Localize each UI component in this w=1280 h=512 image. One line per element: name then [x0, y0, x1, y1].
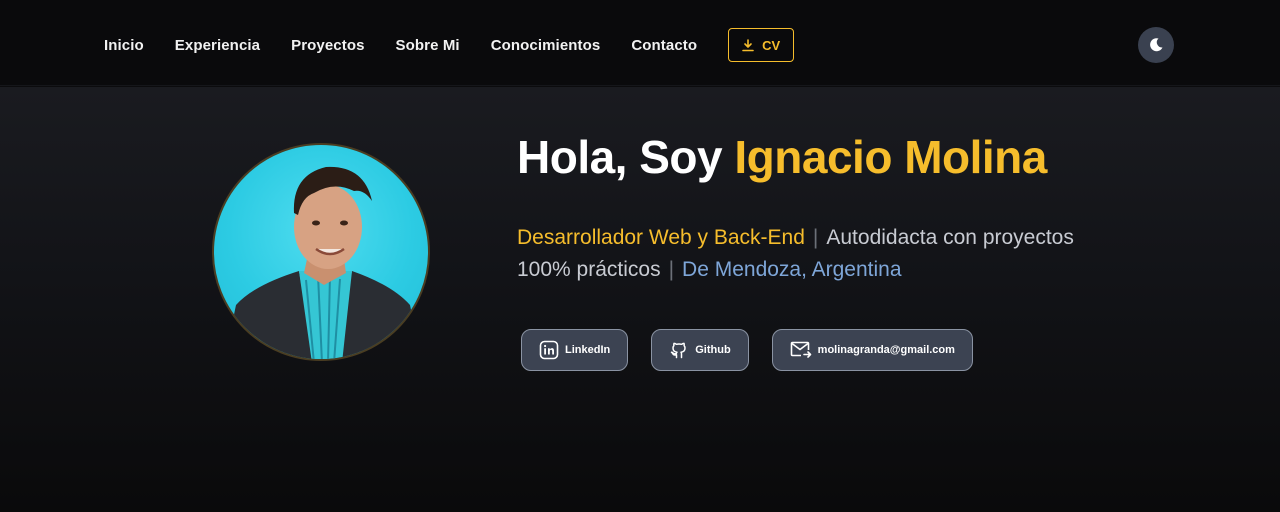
github-icon [670, 342, 686, 359]
hero-title: Hola, Soy Ignacio Molina [517, 130, 1047, 184]
github-button[interactable]: Github [651, 329, 749, 371]
social-links: LinkedIn Github molinagranda@gmail.com [521, 329, 996, 371]
hero-name: Ignacio Molina [734, 131, 1047, 183]
nav-link-inicio[interactable]: Inicio [104, 37, 144, 54]
profile-photo [224, 166, 422, 359]
theme-toggle-button[interactable] [1138, 27, 1174, 63]
hero-subtitle: Desarrollador Web y Back-End | Autodidacta… [517, 222, 1077, 286]
nav-link-proyectos[interactable]: Proyectos [291, 37, 364, 54]
profile-avatar [212, 143, 430, 361]
hero-location: De Mendoza, Argentina [682, 258, 902, 281]
nav-link-contacto[interactable]: Contacto [631, 37, 697, 54]
nav-links: Inicio Experiencia Proyectos Sobre Mi Co… [104, 28, 795, 62]
nav-link-conocimientos[interactable]: Conocimientos [491, 37, 601, 54]
cv-label: CV [762, 37, 781, 53]
greeting-text: Hola, Soy [517, 131, 735, 183]
hero-role: Desarrollador Web y Back-End [517, 226, 805, 249]
linkedin-button[interactable]: LinkedIn [521, 329, 629, 371]
mail-icon [790, 341, 811, 358]
nav-link-experiencia[interactable]: Experiencia [175, 37, 260, 54]
linkedin-label: LinkedIn [565, 344, 611, 356]
nav-link-sobre-mi[interactable]: Sobre Mi [396, 37, 460, 54]
separator-2: | [668, 258, 675, 281]
linkedin-icon [539, 340, 559, 360]
separator-1: | [812, 226, 819, 249]
email-label: molinagranda@gmail.com [817, 344, 955, 356]
cv-download-button[interactable]: CV [728, 28, 795, 62]
email-button[interactable]: molinagranda@gmail.com [771, 329, 973, 371]
navbar: Inicio Experiencia Proyectos Sobre Mi Co… [0, 0, 1280, 86]
download-icon [742, 38, 754, 51]
github-label: Github [695, 344, 731, 356]
moon-icon [1150, 38, 1163, 52]
